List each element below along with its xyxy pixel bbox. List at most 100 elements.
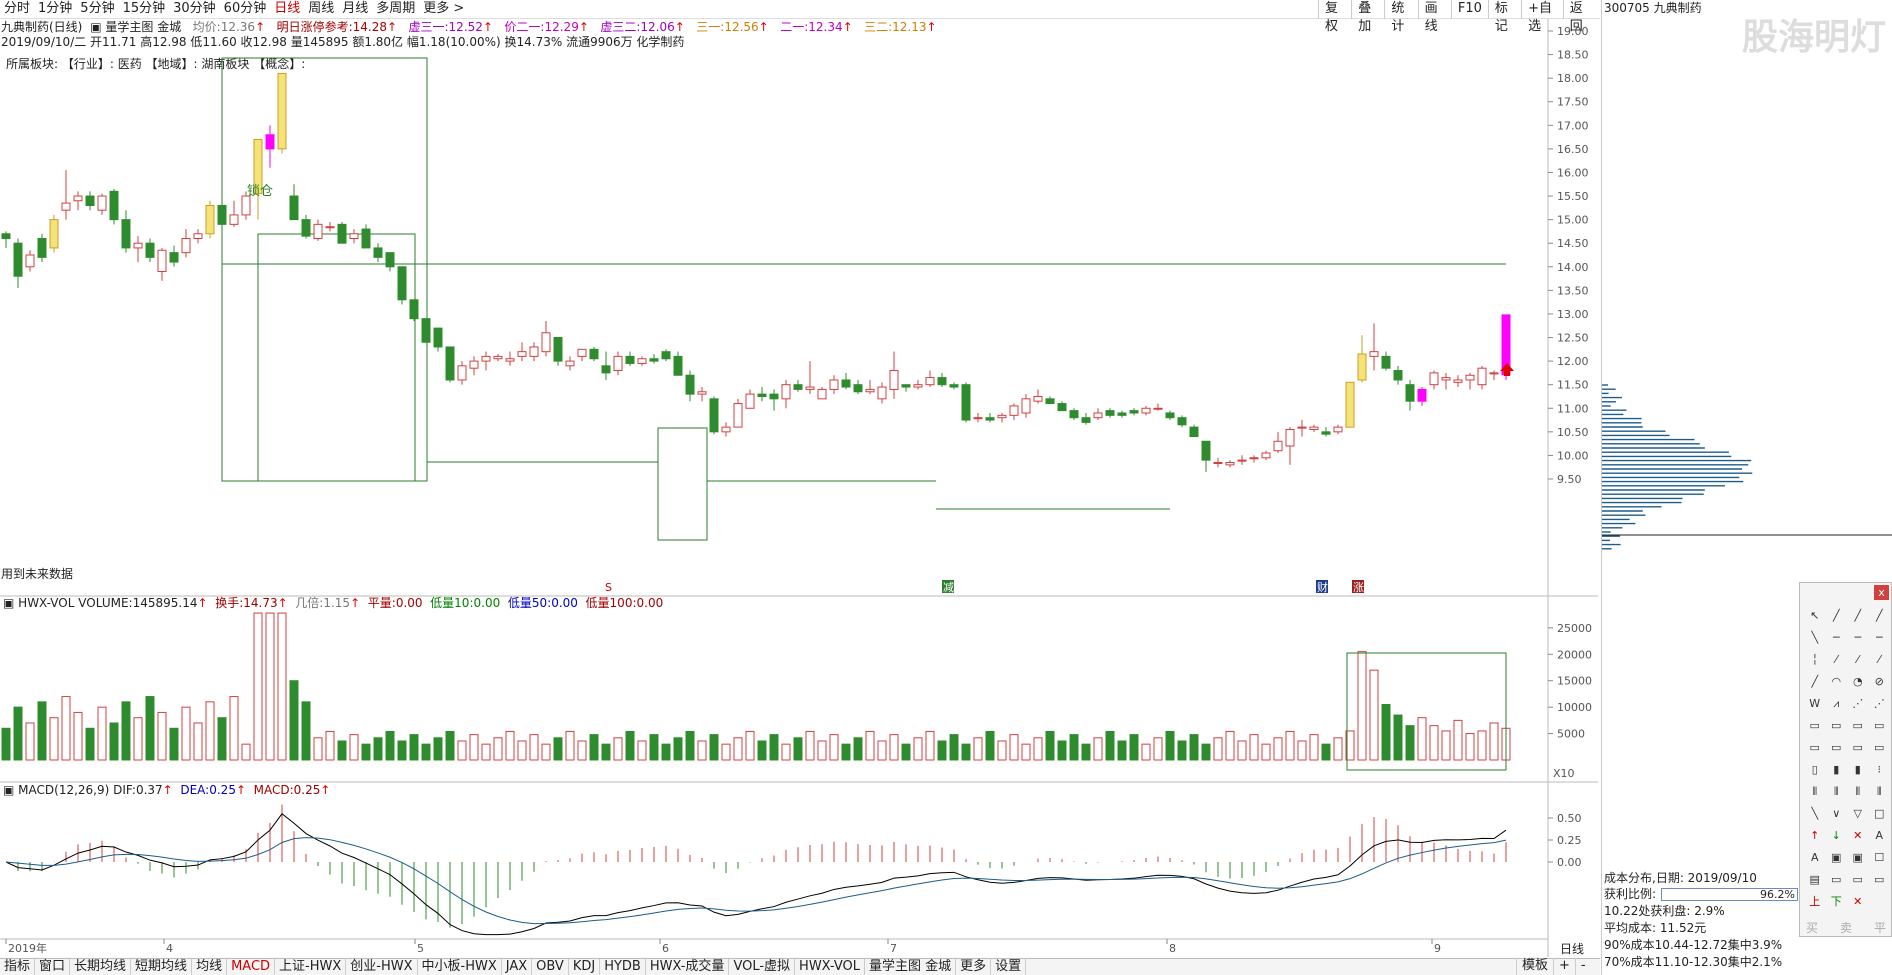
draw-tool-icon[interactable]: ▽: [1847, 805, 1869, 823]
draw-tool-icon[interactable]: ▣: [1826, 849, 1848, 867]
draw-tool-icon[interactable]: ☐: [1869, 849, 1891, 867]
draw-tool-icon[interactable]: ◔: [1847, 673, 1869, 691]
draw-tool-icon[interactable]: ⦀: [1826, 783, 1848, 801]
draw-tool-icon[interactable]: ▭: [1826, 871, 1848, 889]
bottom-tab-14[interactable]: VOL-虚拟: [729, 959, 796, 975]
timeframe-2[interactable]: 5分钟: [76, 0, 118, 18]
draw-tool-icon[interactable]: ▭: [1804, 717, 1826, 735]
tool-2[interactable]: 统计: [1384, 0, 1417, 34]
draw-tool-icon[interactable]: ▭: [1804, 739, 1826, 757]
draw-tool-icon[interactable]: ╱: [1826, 607, 1848, 625]
draw-tool-icon[interactable]: ▮: [1847, 761, 1869, 779]
draw-tool-icon[interactable]: ▭: [1826, 739, 1848, 757]
draw-tool-icon[interactable]: ╲: [1804, 629, 1826, 647]
timeframe-8[interactable]: 月线: [338, 0, 372, 18]
draw-tool-icon[interactable]: ⊘: [1869, 673, 1891, 691]
timeframe-0[interactable]: 分时: [0, 0, 34, 18]
bottom-tab-5[interactable]: MACD: [227, 959, 276, 975]
timeframe-6[interactable]: 日线: [270, 0, 304, 18]
close-icon[interactable]: x: [1874, 585, 1889, 600]
draw-tool-icon[interactable]: A: [1869, 827, 1891, 845]
bottom-tab-15[interactable]: HWX-VOL: [795, 959, 866, 975]
bottom-tab-9[interactable]: JAX: [502, 959, 533, 975]
draw-tool-icon[interactable]: ⁝: [1869, 761, 1891, 779]
bottom-tab-12[interactable]: HYDB: [600, 959, 646, 975]
bottom-tab-11[interactable]: KDJ: [569, 959, 601, 975]
bottom-tab-1[interactable]: 窗口: [35, 959, 71, 975]
tool-3[interactable]: 画线: [1417, 0, 1451, 34]
draw-tool-icon[interactable]: ∨: [1826, 805, 1848, 823]
timeframe-1[interactable]: 1分钟: [34, 0, 76, 18]
bottom-tab-10[interactable]: OBV: [532, 959, 569, 975]
draw-tool-icon[interactable]: ↓: [1826, 827, 1848, 845]
draw-tool-icon[interactable]: ⩘: [1826, 695, 1848, 713]
draw-tool-icon[interactable]: ╲: [1804, 805, 1826, 823]
draw-tool-icon[interactable]: ⋰: [1869, 695, 1891, 713]
timeframe-4[interactable]: 30分钟: [169, 0, 220, 18]
draw-tool-icon[interactable]: ▭: [1869, 871, 1891, 889]
timeframe-7[interactable]: 周线: [304, 0, 338, 18]
draw-tool-icon[interactable]: ↑: [1804, 827, 1826, 845]
bottom-tab-2[interactable]: 长期均线: [70, 959, 132, 975]
draw-tool-icon[interactable]: ▣: [1847, 849, 1869, 867]
tool-1[interactable]: 叠加: [1351, 0, 1384, 34]
bottom-tab-4[interactable]: 均线: [192, 959, 228, 975]
draw-tool-icon[interactable]: ▭: [1826, 717, 1848, 735]
draw-tool-icon[interactable]: ▭: [1869, 717, 1891, 735]
bottom-tab-16[interactable]: 量学主图 金城: [865, 959, 957, 975]
draw-tool-icon[interactable]: ▮: [1826, 761, 1848, 779]
flat-button[interactable]: 平: [1874, 919, 1886, 936]
draw-tool-icon[interactable]: ⁄: [1826, 651, 1848, 669]
bottom-tab-0[interactable]: 指标: [0, 959, 36, 975]
buy-button[interactable]: 买: [1806, 919, 1818, 936]
tool-5[interactable]: 标记: [1487, 0, 1521, 34]
draw-tool-icon[interactable]: ╱: [1847, 607, 1869, 625]
draw-tool-icon[interactable]: A: [1804, 849, 1826, 867]
draw-tool-icon[interactable]: ⁄: [1847, 651, 1869, 669]
bottom-tab-7[interactable]: 创业-HWX: [346, 959, 418, 975]
tool-6[interactable]: +自选: [1521, 0, 1563, 34]
draw-tool-icon[interactable]: ╎: [1804, 651, 1826, 669]
sell-button[interactable]: 卖: [1840, 919, 1852, 936]
draw-tool-icon[interactable]: ─: [1826, 629, 1848, 647]
draw-tool-icon[interactable]: □: [1869, 805, 1891, 823]
bottom-tab-6[interactable]: 上证-HWX: [275, 959, 347, 975]
tool-4[interactable]: F10: [1450, 0, 1488, 19]
tool-0[interactable]: 复权: [1317, 0, 1351, 34]
draw-tool-icon[interactable]: ✕: [1847, 893, 1869, 911]
bottom-control-1[interactable]: +: [1553, 958, 1575, 975]
draw-tool-icon[interactable]: ▭: [1847, 717, 1869, 735]
draw-tool-icon[interactable]: ╱: [1804, 673, 1826, 691]
draw-tool-icon[interactable]: ⁄: [1869, 651, 1891, 669]
timeframe-9[interactable]: 多周期: [372, 0, 419, 18]
draw-tool-icon[interactable]: ─: [1869, 629, 1891, 647]
bottom-control-0[interactable]: 模板: [1516, 958, 1553, 975]
draw-tool-icon[interactable]: 下: [1826, 893, 1848, 911]
draw-tool-icon[interactable]: ✕: [1847, 827, 1869, 845]
draw-tool-icon[interactable]: 上: [1804, 893, 1826, 911]
bottom-tab-3[interactable]: 短期均线: [131, 959, 193, 975]
draw-tool-icon[interactable]: ▭: [1847, 871, 1869, 889]
bottom-control-2[interactable]: -: [1574, 958, 1591, 975]
draw-tool-icon[interactable]: ⦀: [1869, 783, 1891, 801]
draw-tool-icon[interactable]: ⦀: [1804, 783, 1826, 801]
timeframe-10[interactable]: 更多 >: [419, 0, 468, 18]
bottom-tab-18[interactable]: 设置: [991, 959, 1027, 975]
draw-tool-icon[interactable]: ↖: [1804, 607, 1826, 625]
draw-tool-icon[interactable]: ⋰: [1847, 695, 1869, 713]
draw-tool-icon[interactable]: ▤: [1804, 871, 1826, 889]
draw-tool-icon[interactable]: W: [1804, 695, 1826, 713]
tool-7[interactable]: 返回: [1562, 0, 1596, 34]
draw-tool-icon[interactable]: ╱: [1869, 607, 1891, 625]
draw-tool-icon[interactable]: ▭: [1847, 739, 1869, 757]
draw-tool-icon[interactable]: ◠: [1826, 673, 1848, 691]
timeframe-5[interactable]: 60分钟: [220, 0, 271, 18]
timeframe-3[interactable]: 15分钟: [119, 0, 170, 18]
bottom-tab-17[interactable]: 更多: [956, 959, 992, 975]
bottom-tab-13[interactable]: HWX-成交量: [646, 959, 730, 975]
draw-tool-icon[interactable]: ▯: [1804, 761, 1826, 779]
bottom-tab-8[interactable]: 中小板-HWX: [418, 959, 502, 975]
draw-tool-icon[interactable]: ▭: [1869, 739, 1891, 757]
draw-tool-icon[interactable]: ─: [1847, 629, 1869, 647]
draw-tool-icon[interactable]: ⦀: [1847, 783, 1869, 801]
